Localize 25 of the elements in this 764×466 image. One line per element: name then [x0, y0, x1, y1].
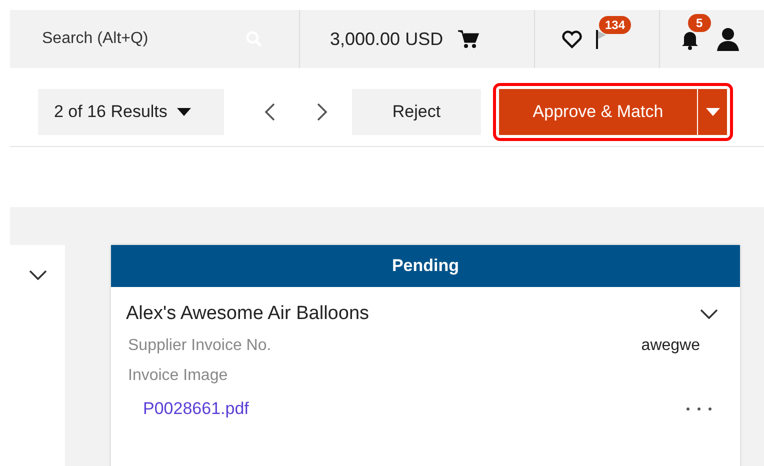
status-banner: Pending: [111, 245, 740, 287]
more-actions-button[interactable]: [697, 89, 727, 135]
results-dropdown[interactable]: 2 of 16 Results: [38, 89, 224, 135]
more-icon[interactable]: [686, 407, 712, 411]
next-icon[interactable]: [316, 102, 328, 122]
supplier-name: Alex's Awesome Air Balloons: [126, 303, 370, 325]
caret-icon: [177, 108, 192, 116]
flag-count-badge: 134: [599, 16, 632, 34]
chevron-down-icon[interactable]: [28, 270, 46, 280]
field-value: awegwe: [641, 337, 700, 355]
user-icon[interactable]: [716, 27, 740, 51]
cart-total: 3,000.00 USD: [330, 28, 444, 50]
reject-button[interactable]: Reject: [352, 89, 481, 135]
attachment-link[interactable]: P0028661.pdf: [143, 399, 249, 419]
notification-badge: 5: [688, 14, 711, 32]
field-label: Supplier Invoice No.: [128, 337, 272, 355]
cart-icon[interactable]: [457, 28, 480, 50]
search-field[interactable]: Search (Alt+Q): [40, 29, 224, 49]
previous-icon[interactable]: [264, 102, 276, 122]
chevron-down-icon[interactable]: [700, 309, 718, 319]
caret-icon: [706, 108, 720, 116]
heart-icon[interactable]: [561, 29, 583, 49]
flag-icon[interactable]: [595, 28, 607, 50]
field-label: Invoice Image: [128, 367, 228, 385]
approve-match-button[interactable]: Approve & Match: [499, 89, 697, 135]
